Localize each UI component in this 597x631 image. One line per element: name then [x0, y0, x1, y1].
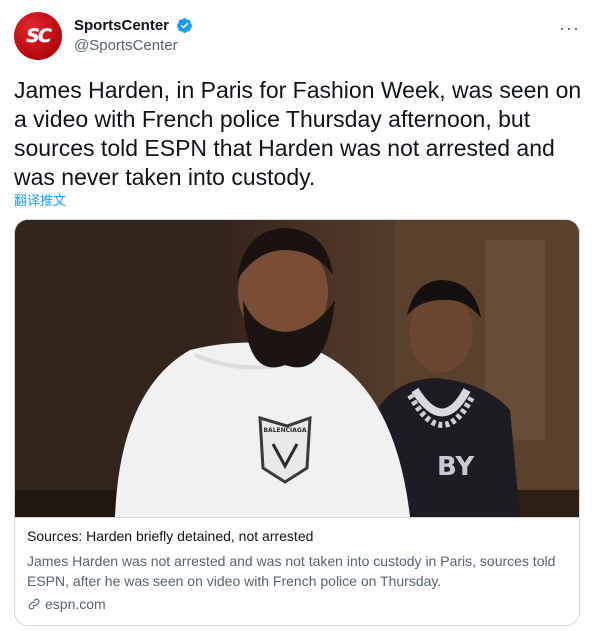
card-image[interactable]: BY BALENCIAGA — [15, 220, 579, 517]
account-names: SportsCenter @SportsCenter — [74, 16, 193, 54]
card-domain-text[interactable]: espn.com — [45, 596, 106, 612]
card-title[interactable]: Sources: Harden briefly detained, not ar… — [27, 528, 313, 544]
card-description: James Harden was not arrested and was no… — [27, 553, 556, 589]
tweet-text: James Harden, in Paris for Fashion Week,… — [14, 77, 582, 190]
card-body[interactable]: Sources: Harden briefly detained, not ar… — [15, 517, 579, 625]
account-handle[interactable]: @SportsCenter — [74, 37, 193, 54]
card-photo-illustration: BY BALENCIAGA — [15, 220, 579, 517]
avatar[interactable]: SC — [14, 12, 62, 60]
tweet-header: SC SportsCenter @SportsCenter ··· — [14, 12, 584, 60]
card-domain[interactable]: espn.com — [27, 596, 106, 612]
link-card[interactable]: BY BALENCIAGA Sources: Harden briefly de… — [14, 219, 580, 626]
translate-tweet-link[interactable]: 翻译推文 — [14, 190, 66, 209]
more-options-icon[interactable]: ··· — [559, 18, 580, 39]
verified-badge-icon — [177, 18, 193, 33]
shirt-logo-text: BALENCIAGA — [263, 427, 306, 434]
display-name[interactable]: SportsCenter — [74, 16, 169, 35]
avatar-logo-text: SC — [26, 25, 52, 47]
link-icon — [28, 598, 40, 610]
svg-text:BY: BY — [437, 452, 475, 482]
